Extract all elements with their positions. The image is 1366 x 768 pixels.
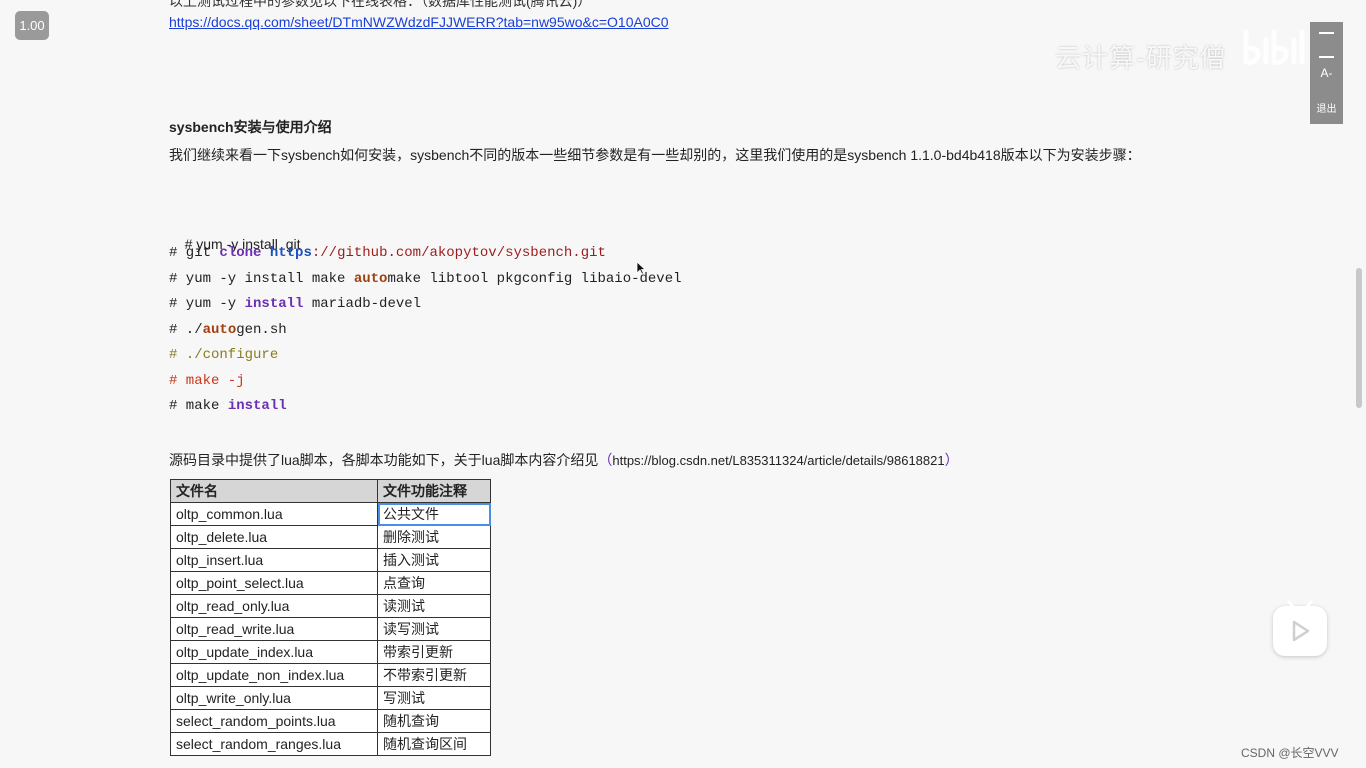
table-cell-function[interactable]: 不带索引更新 (377, 663, 491, 687)
table-row: select_random_points.lua 随机查询 (170, 709, 491, 733)
mouse-pointer-icon (636, 261, 646, 275)
table-row: oltp_point_select.lua 点查询 (170, 571, 491, 595)
table-cell-filename[interactable]: oltp_delete.lua (170, 525, 378, 549)
document-page: 以上测试过程中的参数见以下在线表格：（数据库性能测试(腾讯云)） https:/… (0, 0, 1366, 768)
table-cell-filename[interactable]: select_random_ranges.lua (170, 732, 378, 756)
lua-article-url[interactable]: https://blog.csdn.net/L835311324/article… (612, 453, 944, 468)
vertical-scrollbar[interactable] (1356, 268, 1362, 408)
code-text: # yum -y install make (169, 271, 354, 287)
play-button[interactable] (1273, 600, 1327, 656)
table-row: select_random_ranges.lua 随机查询区间 (170, 732, 491, 756)
table-cell-function[interactable]: 删除测试 (377, 525, 491, 549)
clipped-text-line: 以上测试过程中的参数见以下在线表格：（数据库性能测试(腾讯云)） (169, 0, 592, 9)
code-line-4: # yum -y install mariadb-devel (169, 296, 421, 312)
side-control-panel: A- 退出 (1310, 22, 1343, 124)
table-cell-function[interactable]: 随机查询 (377, 709, 491, 733)
tencent-docs-link[interactable]: https://docs.qq.com/sheet/DTmNWZWdzdFJJW… (169, 14, 669, 30)
section-heading: sysbench安装与使用介绍 (169, 119, 332, 135)
table-row: oltp_read_write.lua 读写测试 (170, 617, 491, 641)
code-text: gen.sh (236, 322, 287, 338)
tv-antenna-icon (1287, 600, 1313, 610)
table-cell-filename[interactable]: oltp_read_only.lua (170, 594, 378, 618)
code-string: ://github.com/akopytov/sysbench.git (311, 245, 606, 261)
table-cell-function[interactable]: 写测试 (377, 686, 491, 710)
font-size-decrease-button[interactable]: A- (1310, 66, 1343, 80)
table-row: oltp_delete.lua 删除测试 (170, 525, 491, 549)
code-line-2: # git clone https://github.com/akopytov/… (169, 245, 606, 261)
table-cell-function[interactable]: 带索引更新 (377, 640, 491, 664)
table-row: oltp_common.lua 公共文件 (170, 502, 491, 526)
channel-watermark: 云计算-研究僧 (1055, 43, 1227, 73)
table-cell-filename[interactable]: oltp_insert.lua (170, 548, 378, 572)
table-row: oltp_update_index.lua 带索引更新 (170, 640, 491, 664)
table-cell-function[interactable]: 读测试 (377, 594, 491, 618)
table-cell-filename[interactable]: oltp_write_only.lua (170, 686, 378, 710)
table-cell-function[interactable]: 公共文件 (377, 502, 491, 526)
table-cell-function[interactable]: 随机查询区间 (377, 732, 491, 756)
table-cell-filename[interactable]: oltp_point_select.lua (170, 571, 378, 595)
intro-paragraph: 我们继续来看一下sysbench如何安装，sysbench不同的版本一些细节参数… (169, 147, 1141, 163)
column-header-function: 文件功能注释 (377, 479, 491, 503)
code-text: # git (169, 245, 220, 261)
code-keyword: install (244, 296, 304, 312)
table-row: oltp_read_only.lua 读测试 (170, 594, 491, 618)
code-keyword: https (269, 245, 312, 261)
paren-close: ） (944, 452, 959, 468)
playback-speed-button[interactable]: 1.00 (15, 11, 49, 40)
code-keyword: install (227, 398, 287, 414)
table-cell-filename[interactable]: oltp_read_write.lua (170, 617, 378, 641)
lua-intro-text: 源码目录中提供了lua脚本，各脚本功能如下，关于lua脚本内容介绍见 (169, 452, 599, 468)
panel-grip-icon[interactable] (1319, 32, 1334, 58)
table-cell-filename[interactable]: select_random_points.lua (170, 709, 378, 733)
code-line-7: # make -j (169, 373, 245, 389)
csdn-credit: CSDN @长空VVV (1241, 746, 1339, 760)
code-line-6: # ./configure (169, 347, 279, 363)
table-cell-function[interactable]: 点查询 (377, 571, 491, 595)
table-row: oltp_insert.lua 插入测试 (170, 548, 491, 572)
bilibili-logo-icon (1243, 29, 1305, 65)
column-header-filename: 文件名 (170, 479, 378, 503)
code-keyword: clone (219, 245, 262, 261)
code-text: # ./ (169, 322, 203, 338)
code-keyword: auto (202, 322, 237, 338)
paren-open: （ (598, 452, 613, 468)
play-icon (1292, 620, 1310, 642)
code-text: # make (169, 398, 228, 414)
table-cell-filename[interactable]: oltp_update_non_index.lua (170, 663, 378, 687)
code-text: mariadb-devel (303, 296, 422, 312)
code-line-5: # ./autogen.sh (169, 322, 287, 338)
table-cell-function[interactable]: 读写测试 (377, 617, 491, 641)
table-row: oltp_update_non_index.lua 不带索引更新 (170, 663, 491, 687)
code-line-3: # yum -y install make automake libtool p… (169, 271, 682, 287)
table-header-row: 文件名 文件功能注释 (170, 479, 491, 503)
table-cell-filename[interactable]: oltp_common.lua (170, 502, 378, 526)
table-row: oltp_write_only.lua 写测试 (170, 686, 491, 710)
code-text: # yum -y (169, 296, 245, 312)
table-cell-filename[interactable]: oltp_update_index.lua (170, 640, 378, 664)
lua-scripts-table: 文件名 文件功能注释 oltp_common.lua 公共文件 oltp_dele… (170, 479, 491, 756)
lua-intro-paragraph: 源码目录中提供了lua脚本，各脚本功能如下，关于lua脚本内容介绍见（https… (169, 450, 959, 470)
code-line-8: # make install (169, 398, 287, 414)
table-cell-function[interactable]: 插入测试 (377, 548, 491, 572)
exit-button[interactable]: 退出 (1310, 100, 1343, 115)
code-keyword: auto (353, 271, 388, 287)
